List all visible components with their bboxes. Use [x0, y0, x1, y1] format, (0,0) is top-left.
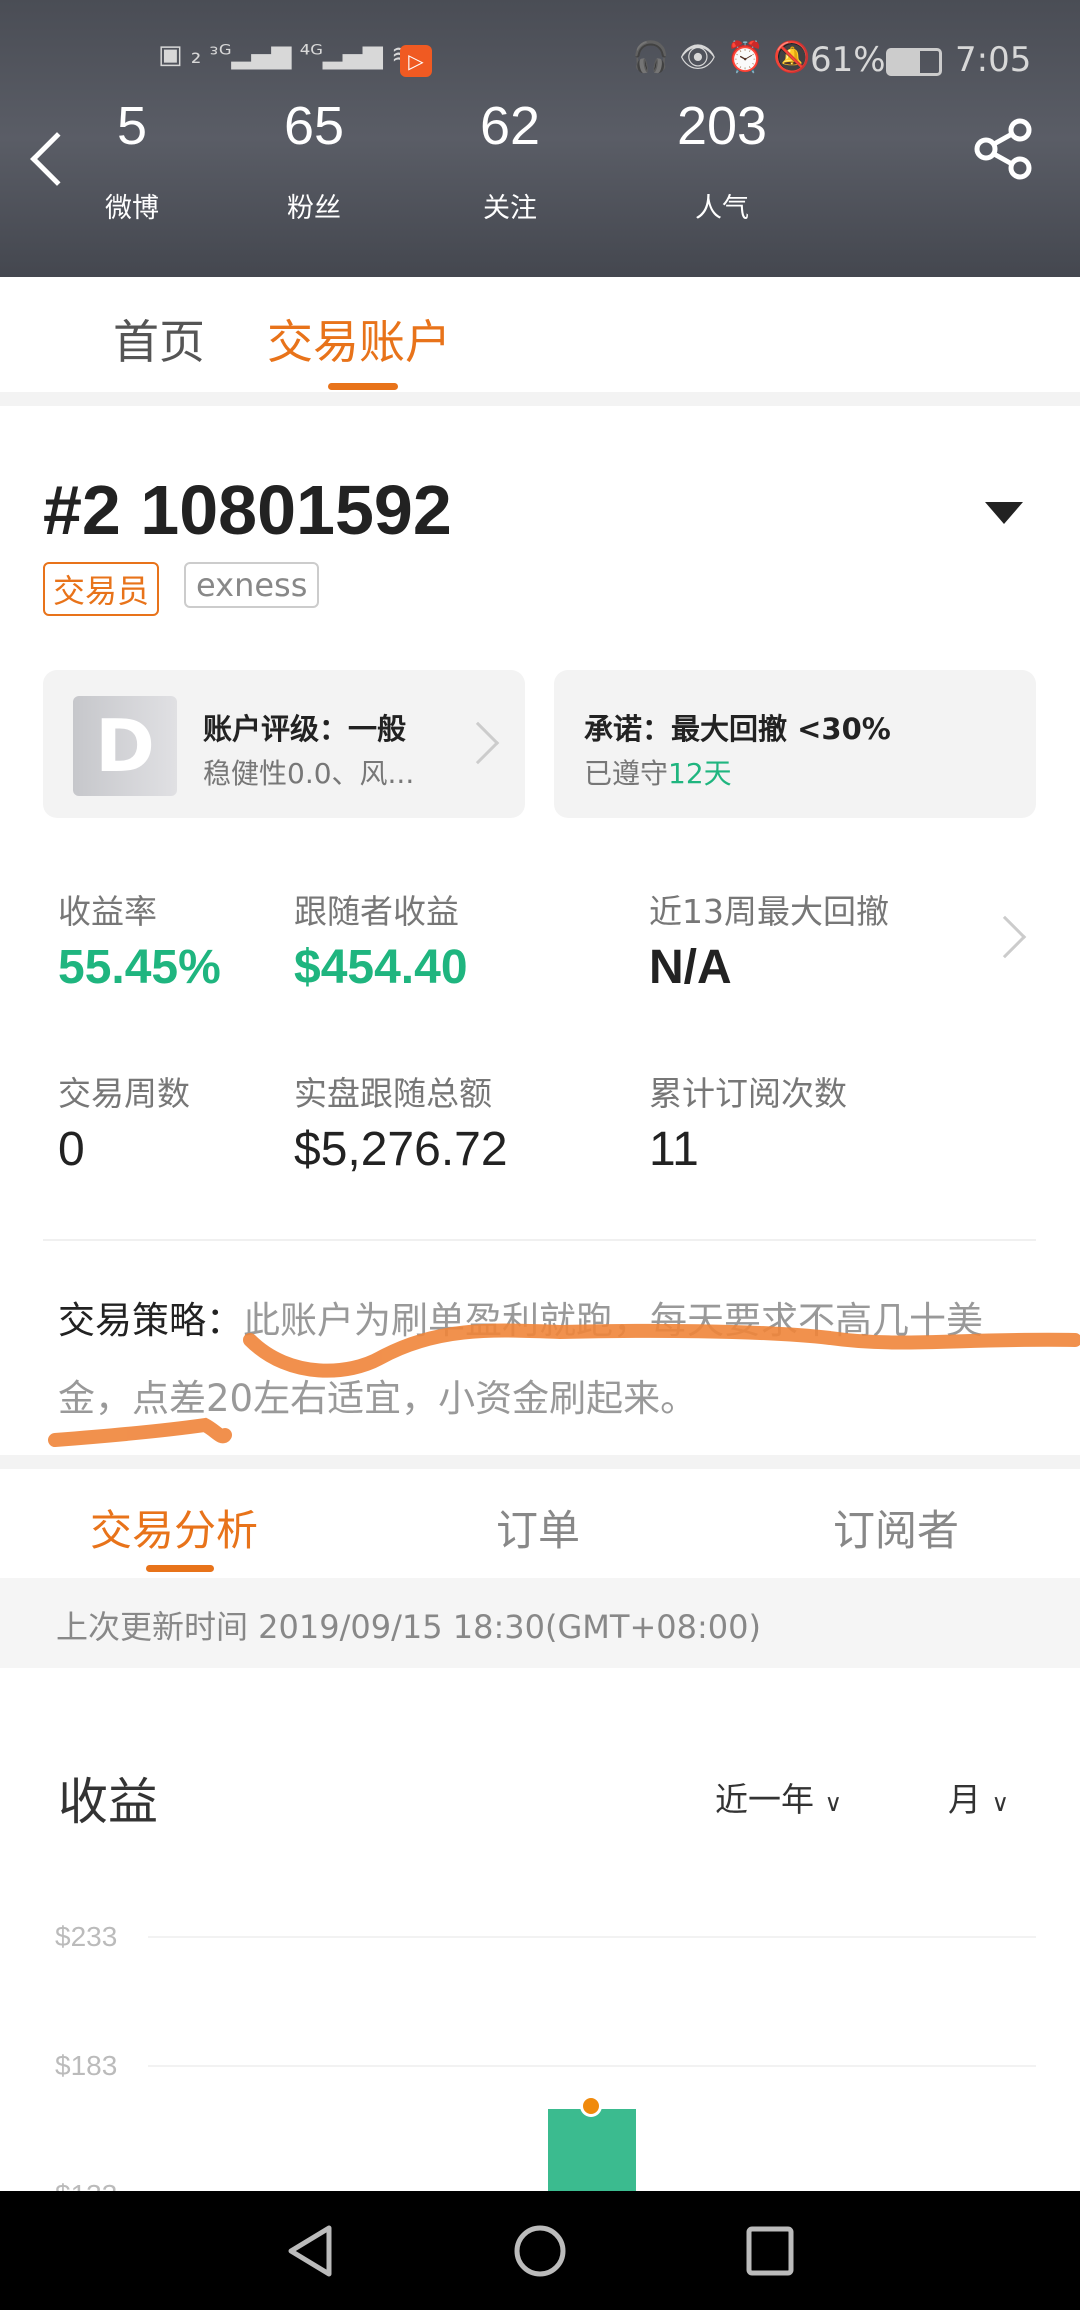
update-bar: 上次更新时间 2019/09/15 18:30(GMT+08:00): [0, 1578, 1080, 1668]
divider: [0, 1455, 1080, 1469]
y-tick-label: $133: [55, 2179, 117, 2191]
rating-card[interactable]: D 账户评级：一般 稳健性0.0、风...: [43, 670, 525, 818]
tag-broker: exness: [184, 562, 320, 608]
chart-point-marker: [580, 2094, 602, 2117]
last-update-text: 上次更新时间 2019/09/15 18:30(GMT+08:00): [56, 1608, 761, 1646]
stat-value: $5,276.72: [294, 1123, 508, 1176]
account-title: #2 10801592: [43, 471, 452, 549]
stat-value: $454.40: [294, 941, 468, 994]
nav-bar: [0, 2191, 1080, 2310]
stat-label: 交易周数: [58, 1074, 190, 1113]
tab-trade-analysis[interactable]: 交易分析: [90, 1497, 258, 1558]
y-tick-label: $183: [55, 2050, 118, 2081]
nav-back-icon[interactable]: [285, 2224, 335, 2278]
chevron-right-icon: [456, 721, 500, 765]
stat-label: 近13周最大回撤: [649, 892, 889, 931]
stat-value: N/A: [649, 941, 732, 994]
tab-orders[interactable]: 订单: [496, 1497, 580, 1558]
period-select[interactable]: 近一年 ∨: [715, 1773, 842, 1821]
tab-trading-account[interactable]: 交易账户: [267, 306, 451, 372]
profile-header: ▣ ₂ ᵌᴳ▂▄▆ ⁴ᴳ▂▄▆ ≋ ▷ 🎧 👁 ⏰ 🔕 61% 7:05 5 微博…: [0, 0, 1080, 277]
tag-trader: 交易员: [43, 562, 160, 616]
handwritten-underline: [48, 1323, 1080, 1447]
stat-value: 11: [649, 1123, 699, 1176]
grade-badge: D: [73, 696, 177, 796]
promise-title: 承诺：最大回撤 <30%: [584, 712, 891, 746]
tab-indicator: [146, 1565, 214, 1572]
chevron-down-icon: ∨: [991, 1789, 1010, 1817]
divider: [0, 392, 1080, 406]
tab-home[interactable]: 首页: [113, 306, 205, 372]
tab-subscribers[interactable]: 订阅者: [833, 1497, 959, 1558]
battery-percent: 61%: [810, 40, 886, 80]
dropdown-icon[interactable]: [985, 502, 1023, 524]
gridline: [148, 1936, 1036, 1938]
status-right-icons: 🎧 👁 ⏰ 🔕: [632, 40, 811, 75]
rating-title: 账户评级：一般: [203, 712, 407, 746]
app-notification-icon: ▷: [400, 45, 432, 77]
nav-recents-icon[interactable]: [746, 2226, 794, 2276]
rating-subtitle: 稳健性0.0、风...: [203, 757, 415, 790]
granularity-select[interactable]: 月 ∨: [948, 1773, 1009, 1821]
status-left-icons: ▣ ₂ ᵌᴳ▂▄▆ ⁴ᴳ▂▄▆ ≋: [158, 40, 413, 70]
promise-kept: 已遵守12天: [584, 757, 732, 790]
clock: 7:05: [955, 40, 1032, 80]
y-tick-label: $233: [55, 1921, 118, 1952]
stat-value: 0: [58, 1123, 85, 1176]
stat-label: 实盘跟随总额: [294, 1074, 492, 1113]
chevron-down-icon: ∨: [824, 1789, 843, 1817]
stat-value: 55.45%: [58, 941, 221, 994]
stat-label: 收益率: [58, 892, 157, 931]
profit-chart: $233 $183 $133: [0, 1880, 1080, 2191]
stat-label: 累计订阅次数: [649, 1074, 847, 1113]
tab-indicator: [328, 383, 398, 390]
chart-title: 收益: [58, 1773, 158, 1831]
chart-bar[interactable]: [548, 2108, 636, 2191]
nav-home-icon[interactable]: [513, 2224, 567, 2278]
promise-card: 承诺：最大回撤 <30% 已遵守12天: [554, 670, 1036, 818]
stat-label: 跟随者收益: [294, 892, 459, 931]
divider: [43, 1239, 1036, 1241]
battery-icon: [886, 48, 942, 76]
share-icon[interactable]: [972, 118, 1034, 180]
gridline: [148, 2065, 1036, 2067]
chevron-right-icon[interactable]: [983, 915, 1027, 959]
